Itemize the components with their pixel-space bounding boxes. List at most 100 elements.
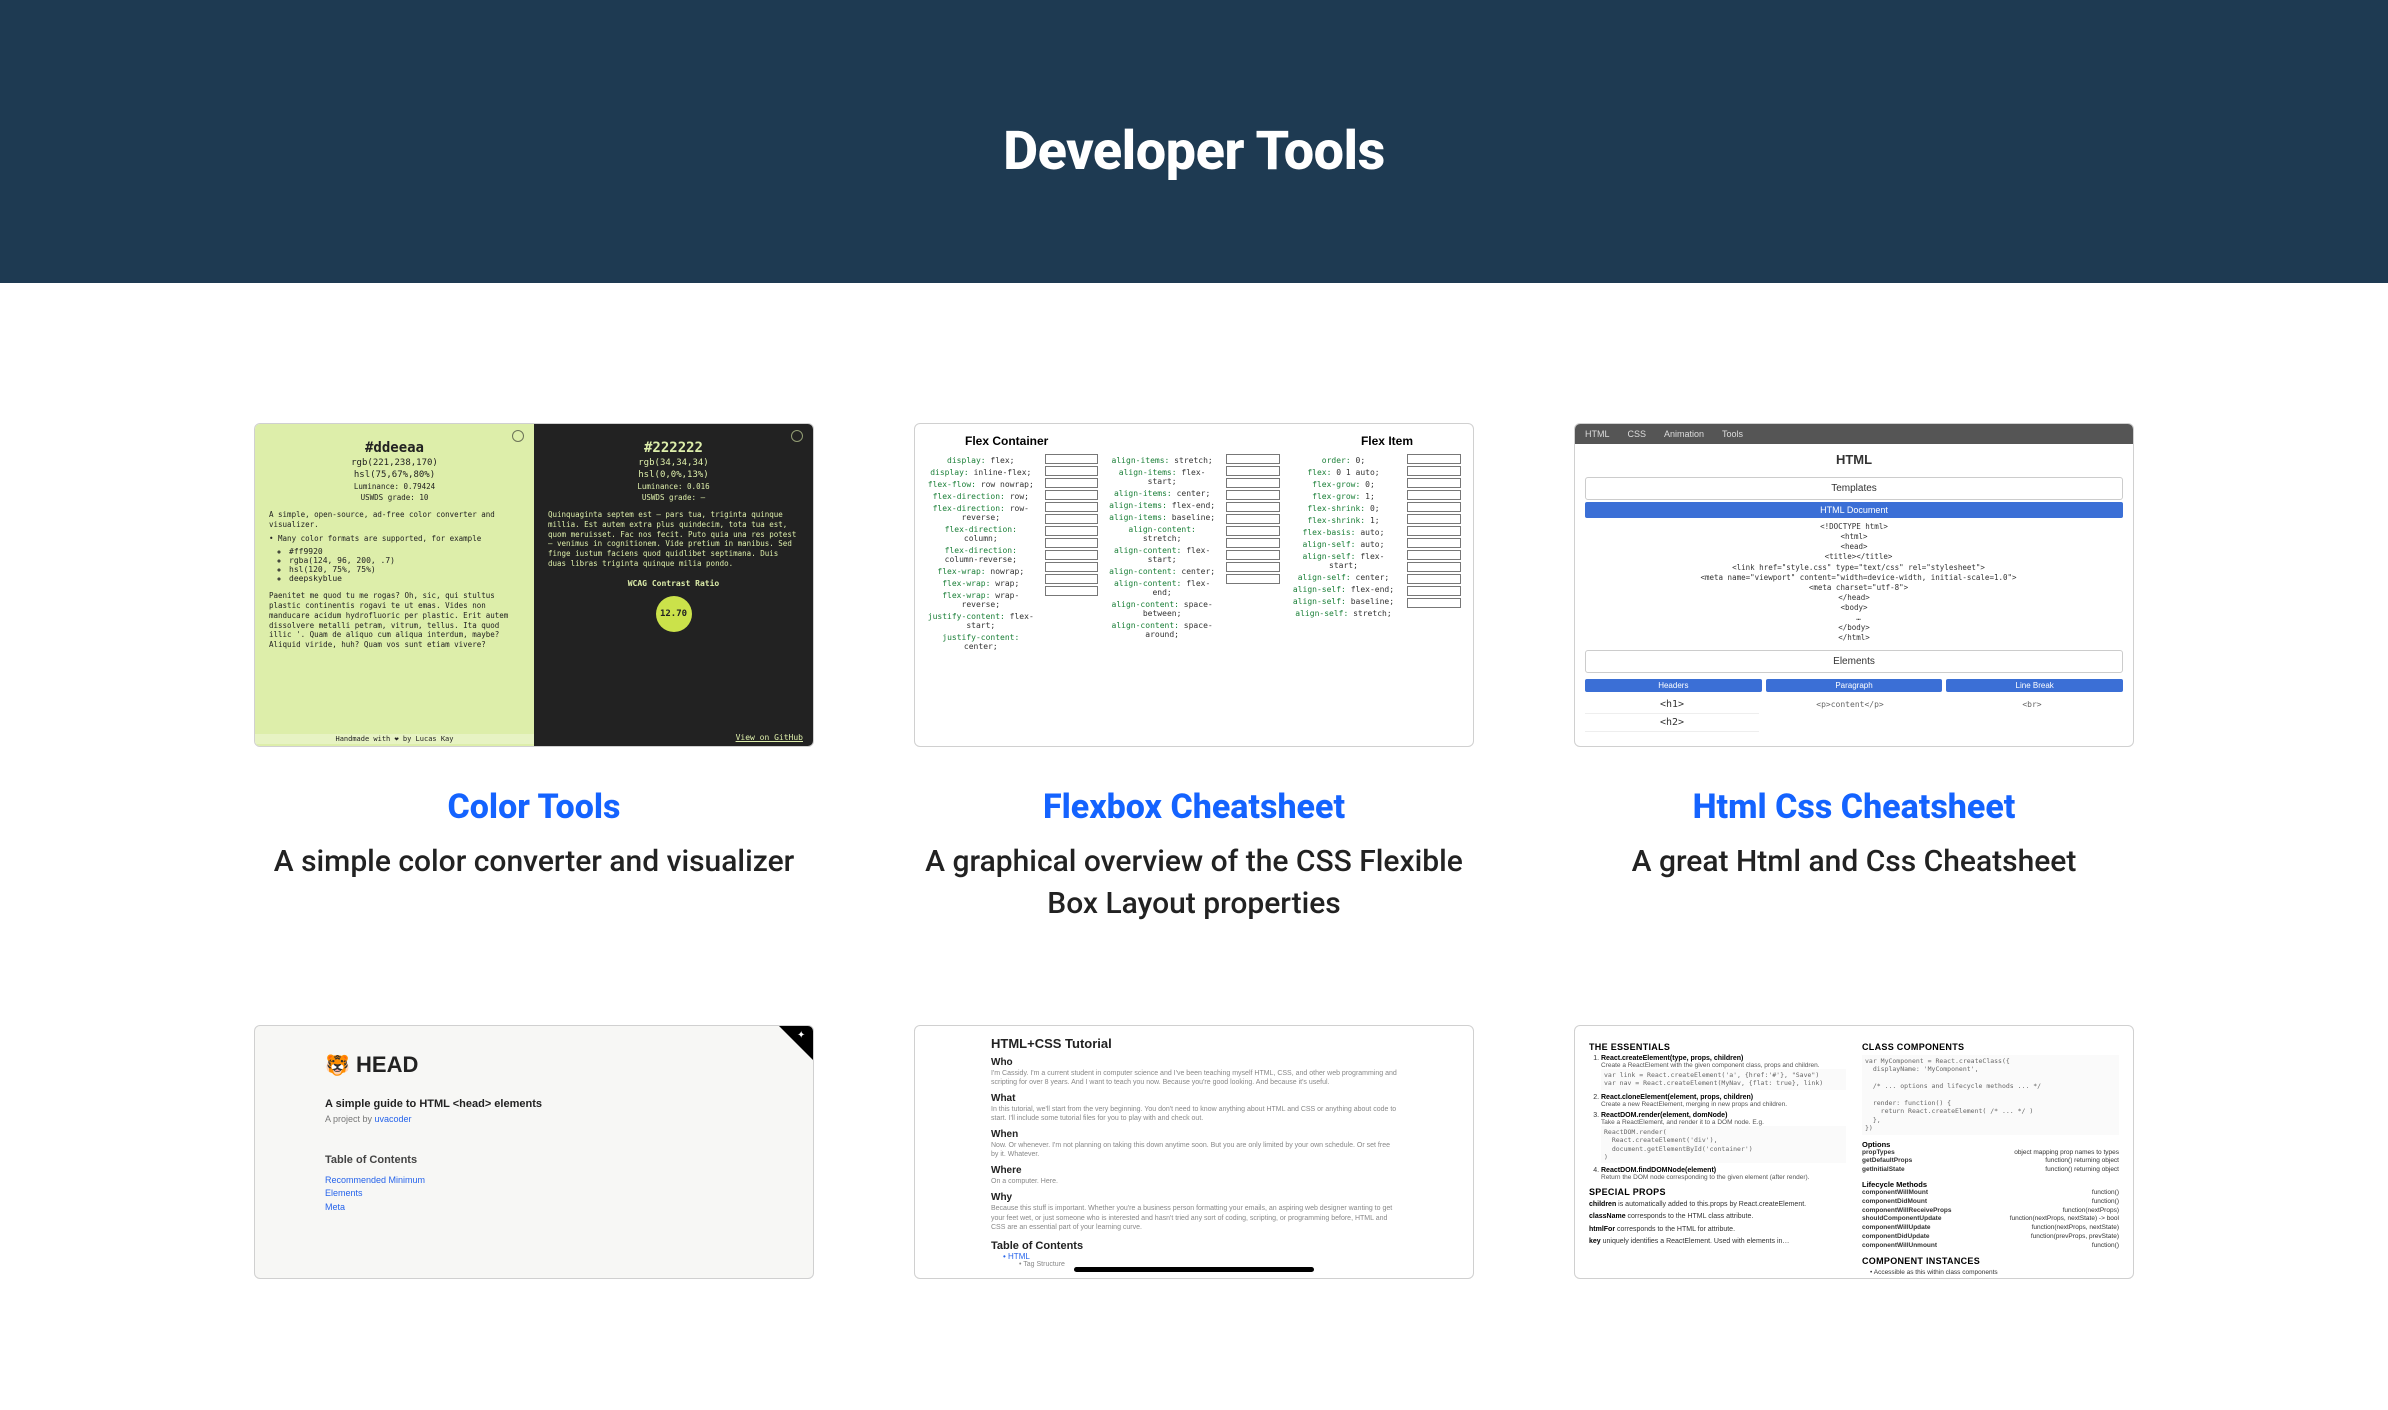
section-heading: Where (991, 1165, 1397, 1176)
lifecycle-row: componentWillMountfunction() (1862, 1189, 2119, 1198)
special-props-list: children is automatically added to this.… (1589, 1200, 1846, 1245)
flex-diagram-icon (1407, 562, 1461, 572)
element-chips-row: Headers Paragraph Line Break (1585, 679, 2123, 692)
chip-paragraph: Paragraph (1766, 679, 1943, 692)
thumbnail-react: THE ESSENTIALS React.createElement(type,… (1574, 1025, 2134, 1279)
card-color-tools[interactable]: #ddeeaa rgb(221,238,170) hsl(75,67%,80%)… (254, 423, 814, 925)
container-props-col1: display: flex;display: inline-flex;flex-… (927, 434, 1035, 736)
corner-ribbon-icon (779, 1026, 813, 1060)
tagline: A simple guide to HTML <head> elements (325, 1098, 743, 1110)
diagrams-col3 (1407, 434, 1461, 736)
card-title[interactable]: Html Css Cheatsheet (1574, 787, 2134, 827)
card-title[interactable]: Color Tools (254, 787, 814, 827)
card-description: A great Html and Css Cheatsheet (1574, 841, 2134, 883)
tag-example: <h2> (1585, 714, 1759, 732)
css-property-row: align-items: baseline; (1108, 513, 1216, 522)
option-row: getDefaultPropsfunction() returning obje… (1862, 1157, 2119, 1166)
cards-grid: #ddeeaa rgb(221,238,170) hsl(75,67%,80%)… (254, 423, 2134, 1319)
section-text: On a computer. Here. (991, 1177, 1397, 1186)
css-property-row: align-self: auto; (1290, 540, 1398, 549)
card-title[interactable]: Flexbox Cheatsheet (914, 787, 1474, 827)
class-components-heading: CLASS COMPONENTS (1862, 1042, 2119, 1052)
flex-diagram-icon (1226, 550, 1280, 560)
card-react-cheatsheet[interactable]: THE ESSENTIALS React.createElement(type,… (1574, 1025, 2134, 1319)
section-text: Now. Or whenever. I'm not planning on ta… (991, 1141, 1397, 1159)
flex-diagram-icon (1226, 526, 1280, 536)
essentials-heading: THE ESSENTIALS (1589, 1042, 1846, 1052)
instances-heading: COMPONENT INSTANCES (1862, 1256, 2119, 1266)
hex-value: #ddeeaa (269, 440, 520, 456)
color-panel-dark: #222222 rgb(34,34,34) hsl(0,0%,13%) Lumi… (534, 424, 813, 746)
flex-diagram-icon (1045, 538, 1099, 548)
options-heading: Options (1862, 1140, 2119, 1149)
horizontal-scrollbar (1074, 1267, 1314, 1272)
css-property-row: justify-content: center; (927, 633, 1035, 651)
flex-diagram-icon (1407, 574, 1461, 584)
diagrams-col2 (1226, 434, 1280, 736)
card-flexbox-cheatsheet[interactable]: Flex Container Flex Item display: flex;d… (914, 423, 1474, 925)
css-property-row: flex-flow: row nowrap; (927, 480, 1035, 489)
hex-value: #222222 (548, 440, 799, 456)
list-item: hsl(120, 75%, 75%) (289, 565, 520, 574)
flex-diagram-icon (1226, 454, 1280, 464)
lorem-text: Paenitet me quod tu me rogas? Oh, sic, q… (269, 591, 520, 650)
flex-diagram-icon (1226, 466, 1280, 476)
css-property-row: flex-shrink: 1; (1290, 516, 1398, 525)
flex-diagram-icon (1045, 526, 1099, 536)
special-prop-item: key uniquely identifies a ReactElement. … (1589, 1237, 1846, 1246)
card-description: A graphical overview of the CSS Flexible… (914, 841, 1474, 925)
section-text: I'm Cassidy. I'm a current student in co… (991, 1069, 1397, 1087)
by-prefix: A project by (325, 1114, 375, 1124)
css-property-row: flex-direction: row; (927, 492, 1035, 501)
chip-linebreak: Line Break (1946, 679, 2123, 692)
thumbnail-color-tools: #ddeeaa rgb(221,238,170) hsl(75,67%,80%)… (254, 423, 814, 747)
toc-sub: Tag Structure (1023, 1261, 1065, 1268)
thumbnail-tutorial: HTML+CSS Tutorial WhoI'm Cassidy. I'm a … (914, 1025, 1474, 1279)
card-head-guide[interactable]: 🐯 HEAD A simple guide to HTML <head> ele… (254, 1025, 814, 1319)
card-description: A simple color converter and visualizer (254, 841, 814, 883)
lifecycle-row: componentWillReceivePropsfunction(nextPr… (1862, 1207, 2119, 1216)
card-htmlcss-tutorial[interactable]: HTML+CSS Tutorial WhoI'm Cassidy. I'm a … (914, 1025, 1474, 1319)
css-property-row: align-items: stretch; (1108, 456, 1216, 465)
essentials-item: React.cloneElement(element, props, child… (1601, 1094, 1846, 1108)
css-property-row: align-self: flex-start; (1290, 552, 1398, 570)
grade-value: USWDS grade: – (548, 493, 799, 502)
card-html-css-cheatsheet[interactable]: HTML CSS Animation Tools HTML Templates … (1574, 423, 2134, 925)
left-column: THE ESSENTIALS React.createElement(type,… (1589, 1036, 1846, 1268)
item-props-col: order: 0;flex: 0 1 auto;flex-grow: 0;fle… (1290, 434, 1398, 736)
br-example: <br> (1941, 696, 2123, 732)
flex-diagram-icon (1226, 478, 1280, 488)
option-row: getInitialStatefunction() returning obje… (1862, 1166, 2119, 1175)
lifecycle-list: componentWillMountfunction()componentDid… (1862, 1189, 2119, 1250)
list-item: deepskyblue (289, 574, 520, 583)
flex-diagram-icon (1407, 586, 1461, 596)
special-props-heading: SPECIAL PROPS (1589, 1187, 1846, 1197)
lifecycle-row: componentDidMountfunction() (1862, 1198, 2119, 1207)
flex-diagram-icon (1045, 586, 1099, 596)
lifecycle-heading: Lifecycle Methods (1862, 1180, 2119, 1189)
css-property-row: flex-wrap: nowrap; (927, 567, 1035, 576)
lorem-text: Quinquaginta septem est – pars tua, trig… (548, 510, 799, 569)
flex-diagram-icon (1226, 514, 1280, 524)
class-code-block: var MyComponent = React.createClass({ di… (1862, 1055, 2119, 1135)
essentials-item: React.createElement(type, props, childre… (1601, 1055, 1846, 1090)
flex-diagram-icon (1226, 562, 1280, 572)
special-prop-item: children is automatically added to this.… (1589, 1200, 1846, 1209)
section-heading: Why (991, 1192, 1397, 1203)
flex-diagram-icon (1045, 466, 1099, 476)
section-templates: Templates (1585, 477, 2123, 500)
hero-banner: Developer Tools (0, 0, 2388, 283)
toc-link: • HTML (1003, 1252, 1030, 1261)
flex-diagram-icon (1407, 538, 1461, 548)
tab-css: CSS (1628, 429, 1647, 439)
toc-link: Elements (325, 1187, 743, 1201)
flex-diagram-icon (1407, 490, 1461, 500)
tag-example: <h1> (1585, 696, 1759, 714)
css-property-row: flex-shrink: 0; (1290, 504, 1398, 513)
section-text: In this tutorial, we'll start from the v… (991, 1105, 1397, 1123)
list-item: rgba(124, 96, 200, .7) (289, 556, 520, 565)
flex-diagram-icon (1407, 526, 1461, 536)
diagrams-col1 (1045, 434, 1099, 736)
tab-tools: Tools (1722, 429, 1743, 439)
cards-container: #ddeeaa rgb(221,238,170) hsl(75,67%,80%)… (94, 283, 2294, 1359)
